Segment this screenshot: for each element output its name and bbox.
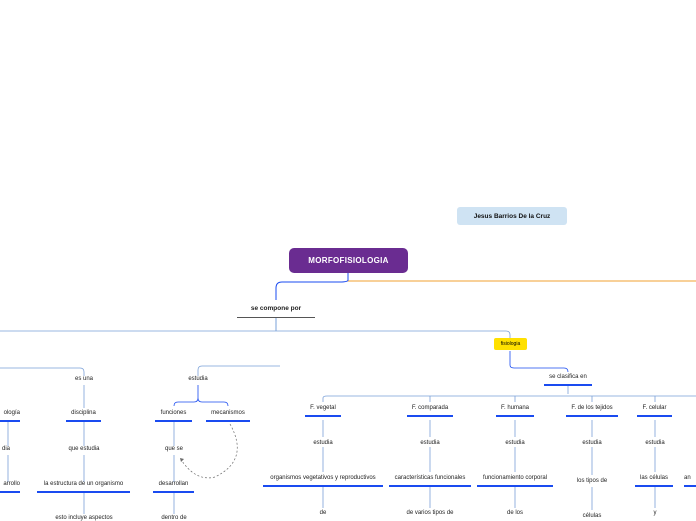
type-vegetal-verb[interactable]: estudia: [308, 440, 338, 446]
type-tejidos[interactable]: F. de los tejidos: [566, 405, 618, 417]
dashed-relation: [179, 423, 238, 479]
mecanismos-node[interactable]: mecanismos: [206, 410, 250, 422]
dentro-de-node[interactable]: dentro de: [157, 515, 191, 521]
root-node[interactable]: MORFOFISIOLOGIA: [289, 248, 408, 273]
type-comparada-verb[interactable]: estudia: [415, 440, 445, 446]
ologia-node[interactable]: ología: [0, 410, 20, 422]
type-vegetal[interactable]: F. vegetal: [305, 405, 341, 417]
connector-main-bar: [0, 330, 511, 338]
type-celular-next[interactable]: y: [645, 510, 665, 516]
dia-node[interactable]: dia: [0, 446, 10, 452]
es-una-node[interactable]: es una: [70, 376, 98, 382]
edge-partial-node[interactable]: an: [684, 475, 696, 487]
type-humana-object[interactable]: funcionamiento corporal: [477, 475, 553, 487]
estudia-mid-node[interactable]: estudia: [183, 376, 213, 382]
type-tejidos-verb[interactable]: estudia: [577, 440, 607, 446]
type-vegetal-object[interactable]: organismos vegetativos y reproductivos: [263, 475, 383, 487]
author-label[interactable]: Jesus Barrios De la Cruz: [457, 207, 567, 225]
type-celular-verb[interactable]: estudia: [640, 440, 670, 446]
disciplina-node[interactable]: disciplina: [66, 410, 101, 422]
fisiologia-node[interactable]: fisiologia: [494, 338, 527, 350]
connector-root-compone: [275, 273, 349, 300]
estructura-node[interactable]: la estructura de un organismo: [37, 481, 130, 493]
type-humana-next[interactable]: de los: [500, 510, 530, 516]
compone-node[interactable]: se compone por: [237, 305, 315, 318]
type-humana[interactable]: F. humana: [496, 405, 534, 417]
type-tejidos-object[interactable]: los tipos de: [570, 478, 614, 484]
connector-root-right: [347, 273, 696, 282]
que-se-node[interactable]: que se: [160, 446, 188, 452]
type-celular[interactable]: F. celular: [637, 405, 672, 417]
type-comparada[interactable]: F. comparada: [407, 405, 453, 417]
type-vegetal-next[interactable]: de: [313, 510, 333, 516]
que-estudia-node[interactable]: que estudia: [64, 446, 104, 452]
arrollo-node[interactable]: arrollo: [0, 481, 20, 493]
type-comparada-next[interactable]: de varios tipos de: [398, 510, 462, 516]
clasifica-node[interactable]: se clasifica en: [544, 374, 592, 386]
type-celular-object[interactable]: las células: [635, 475, 673, 487]
desarrollan-node[interactable]: desarrollan: [153, 481, 194, 493]
type-tejidos-next[interactable]: células: [577, 513, 607, 519]
type-humana-verb[interactable]: estudia: [500, 440, 530, 446]
type-comparada-object[interactable]: características funcionales: [389, 475, 471, 487]
esto-incluye-node[interactable]: esto incluye aspectos: [48, 515, 120, 521]
funciones-node[interactable]: funciones: [155, 410, 192, 422]
